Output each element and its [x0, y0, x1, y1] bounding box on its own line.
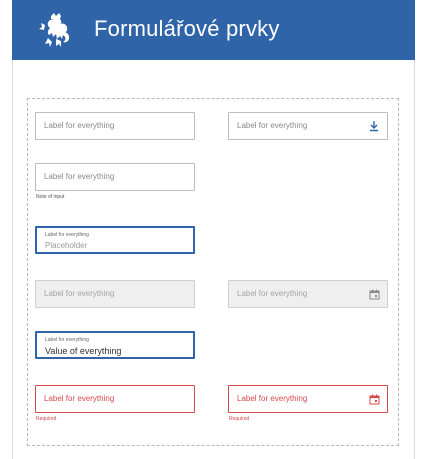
field-label: Label for everything: [44, 121, 115, 130]
field-value: Value of everything: [45, 346, 122, 356]
download-field[interactable]: Label for everything: [228, 112, 388, 140]
field-placeholder: Placeholder: [45, 241, 88, 250]
error-date-field[interactable]: Label for everything: [228, 385, 388, 413]
field-label: Label for everything: [44, 289, 115, 298]
error-note: Required: [229, 416, 250, 422]
field-label: Label for everything: [44, 394, 115, 403]
field-label: Label for everything: [45, 232, 89, 238]
field-label: Label for everything: [237, 289, 308, 298]
disabled-date-field: Label for everything: [228, 280, 388, 308]
filled-field[interactable]: Label for everything Value of everything: [35, 331, 195, 359]
text-field[interactable]: Label for everything: [35, 112, 195, 140]
error-field[interactable]: Label for everything: [35, 385, 195, 413]
calendar-icon[interactable]: [367, 392, 381, 406]
focused-field[interactable]: Label for everything Placeholder: [35, 226, 195, 254]
calendar-icon: [367, 287, 381, 301]
disabled-field: Label for everything: [35, 280, 195, 308]
page-title: Formulářové prvky: [94, 16, 280, 41]
text-field-with-note[interactable]: Label for everything: [35, 163, 195, 191]
app-header: Formulářové prvky: [12, 0, 415, 60]
error-note: Required: [36, 416, 57, 422]
field-label: Label for everything: [44, 172, 115, 181]
download-icon[interactable]: [367, 119, 381, 133]
field-label: Label for everything: [237, 394, 308, 403]
field-label: Label for everything: [237, 121, 308, 130]
czech-lion-emblem-icon: [39, 13, 70, 47]
field-note: Note of input: [36, 194, 65, 200]
field-label: Label for everything: [45, 337, 89, 343]
